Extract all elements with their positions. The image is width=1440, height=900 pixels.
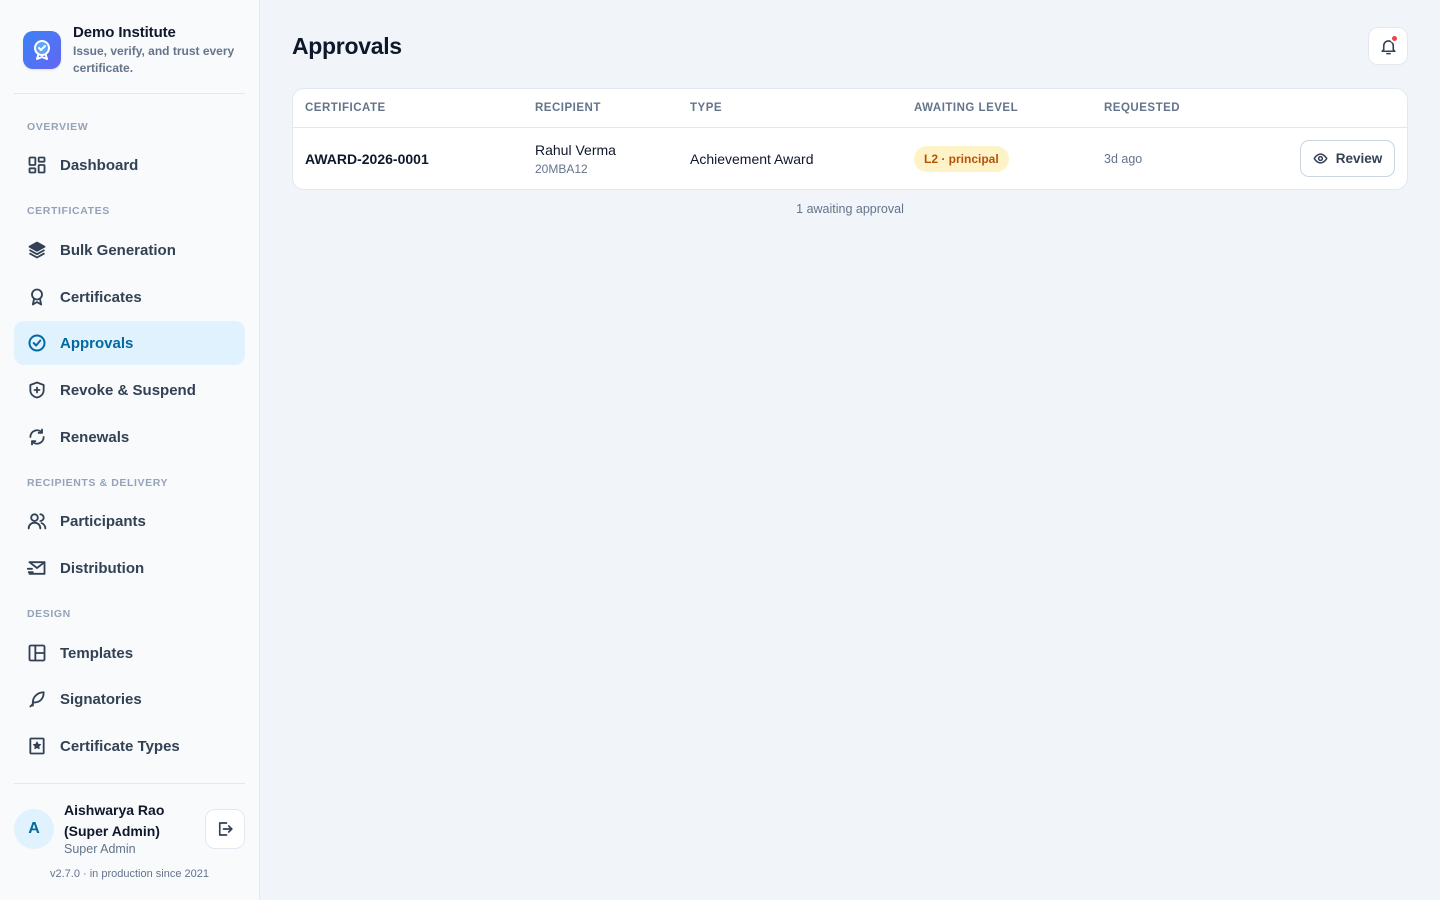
refresh-icon (27, 427, 47, 447)
section-label-certificates: CERTIFICATES (27, 205, 110, 217)
user-panel: A Aishwarya Rao (Super Admin) Super Admi… (14, 783, 245, 900)
column-header-awaiting-level[interactable]: AWAITING LEVEL (914, 102, 1018, 114)
users-icon (27, 511, 47, 531)
column-header-recipient[interactable]: RECIPIENT (535, 102, 601, 114)
certificate-type: Achievement Award (690, 151, 814, 167)
sidebar-item-label: Renewals (60, 428, 130, 446)
shield-plus-icon (27, 380, 47, 400)
logout-icon (216, 820, 234, 838)
sidebar-item-participants[interactable]: Participants (14, 499, 245, 543)
recipient-id: 20MBA12 (535, 162, 588, 176)
approvals-table: CERTIFICATE RECIPIENT TYPE AWAITING LEVE… (292, 88, 1408, 190)
eye-icon (1313, 151, 1328, 166)
sidebar-item-label: Certificates (60, 288, 142, 306)
sidebar-item-templates[interactable]: Templates (14, 631, 245, 675)
brand-logo-icon (23, 31, 61, 69)
approvals-count: 1 awaiting approval (796, 202, 904, 216)
award-icon (27, 287, 47, 307)
mail-send-icon (27, 558, 47, 578)
brand: Demo Institute Issue, verify, and trust … (14, 14, 245, 94)
column-header-type[interactable]: TYPE (690, 102, 722, 114)
sidebar-item-renewals[interactable]: Renewals (14, 415, 245, 459)
recipient-name: Rahul Verma (535, 142, 616, 158)
sidebar-item-dashboard[interactable]: Dashboard (14, 143, 245, 187)
review-button[interactable]: Review (1300, 140, 1395, 177)
logout-button[interactable] (205, 809, 245, 849)
sidebar-item-label: Participants (60, 512, 146, 530)
column-header-requested[interactable]: REQUESTED (1104, 102, 1180, 114)
sidebar-item-bulk-generation[interactable]: Bulk Generation (14, 228, 245, 272)
sidebar-item-label: Bulk Generation (60, 241, 176, 259)
sidebar-item-label: Signatories (60, 690, 142, 708)
sidebar-item-distribution[interactable]: Distribution (14, 546, 245, 590)
notification-dot (1390, 34, 1399, 43)
sidebar-item-label: Distribution (60, 559, 145, 577)
brand-title: Demo Institute (73, 24, 176, 41)
user-name: Aishwarya Rao (Super Admin) (64, 802, 165, 839)
awaiting-level-badge: L2 · principal (914, 146, 1009, 172)
requested-time: 3d ago (1104, 152, 1143, 166)
version-text: v2.7.0 · in production since 2021 (50, 868, 209, 880)
section-label-design: DESIGN (27, 608, 71, 620)
page-title: Approvals (292, 33, 402, 59)
layers-icon (27, 240, 47, 260)
certificate-id: AWARD-2026-0001 (305, 151, 429, 167)
sidebar-item-approvals[interactable]: Approvals (14, 321, 245, 365)
review-button-label: Review (1335, 151, 1383, 166)
sidebar-item-certificates[interactable]: Certificates (14, 275, 245, 319)
check-circle-icon (27, 333, 47, 353)
sidebar-item-label: Templates (60, 644, 134, 662)
sidebar-item-label: Certificate Types (60, 737, 180, 755)
sidebar-item-revoke-suspend[interactable]: Revoke & Suspend (14, 368, 245, 412)
dashboard-icon (27, 155, 47, 175)
feather-icon (27, 689, 47, 709)
section-label-overview: OVERVIEW (27, 121, 89, 133)
sidebar-item-label: Dashboard (60, 156, 139, 174)
sidebar: Demo Institute Issue, verify, and trust … (0, 0, 260, 900)
table-row[interactable]: AWARD-2026-0001 Rahul Verma 20MBA12 Achi… (293, 129, 1407, 189)
user-role: Super Admin (64, 842, 136, 856)
bookmark-star-icon (27, 736, 47, 756)
sidebar-item-label: Approvals (60, 334, 134, 352)
brand-subtitle: Issue, verify, and trust every certifica… (73, 44, 235, 75)
sidebar-item-certificate-types[interactable]: Certificate Types (14, 724, 245, 768)
section-label-recipients: RECIPIENTS & DELIVERY (27, 477, 169, 489)
template-icon (27, 643, 47, 663)
column-header-certificate[interactable]: CERTIFICATE (305, 102, 386, 114)
sidebar-item-label: Revoke & Suspend (60, 381, 196, 399)
table-header: CERTIFICATE RECIPIENT TYPE AWAITING LEVE… (293, 89, 1407, 128)
sidebar-item-signatories[interactable]: Signatories (14, 677, 245, 721)
notifications-button[interactable] (1368, 27, 1408, 65)
avatar[interactable]: A (14, 809, 54, 849)
